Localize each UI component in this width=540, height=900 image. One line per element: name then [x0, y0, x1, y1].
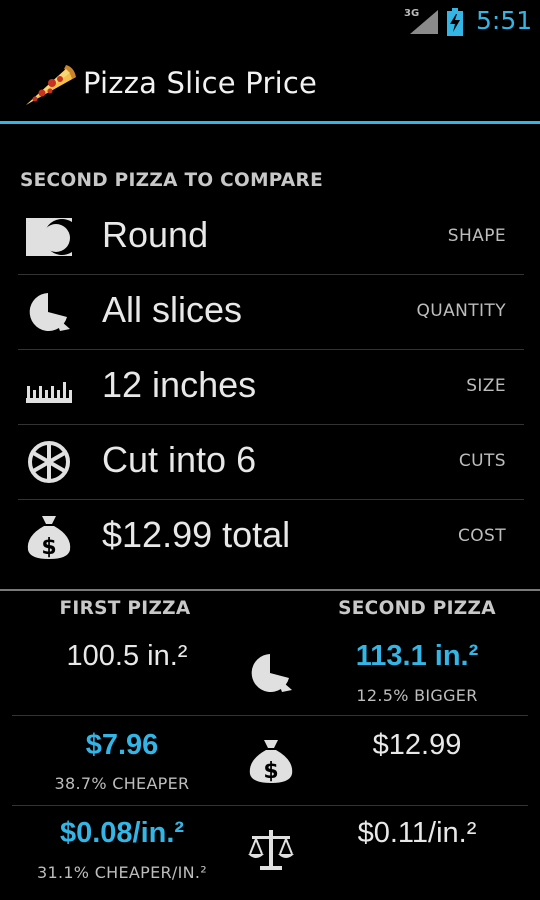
quantity-pie-icon — [29, 293, 70, 331]
battery-charging-icon — [447, 8, 463, 36]
second-area: 113.1 in.² — [355, 640, 479, 672]
second-price-per-area: $0.11/in.² — [357, 817, 477, 849]
shape-value: Round — [102, 214, 209, 255]
first-price-per-area-note: 31.1% CHEAPER/IN.² — [36, 863, 208, 882]
ruler-icon — [26, 382, 72, 403]
section-header: SECOND PIZZA TO COMPARE — [20, 170, 324, 191]
size-row[interactable]: 12 inches SIZE — [18, 350, 524, 425]
second-price: $12.99 — [372, 729, 462, 761]
section-divider — [0, 589, 540, 591]
clock: 5:51 — [476, 6, 533, 35]
app-title: Pizza Slice Price — [83, 66, 318, 100]
quantity-label: QUANTITY — [416, 301, 506, 321]
money-bag-icon: $ — [249, 740, 293, 784]
signal-icon — [410, 10, 438, 34]
shape-label: SHAPE — [447, 226, 506, 246]
size-value: 12 inches — [102, 364, 257, 405]
cost-value: $12.99 total — [102, 514, 291, 555]
pizza-slice-icon[interactable] — [22, 63, 76, 107]
size-label: SIZE — [466, 376, 506, 396]
status-bar: 3G 5:51 — [0, 0, 540, 44]
cost-label: COST — [457, 526, 506, 546]
first-area: 100.5 in.² — [66, 640, 188, 672]
money-bag-icon: $ — [27, 516, 71, 560]
first-price-per-area: $0.08/in.² — [59, 817, 185, 849]
cuts-value: Cut into 6 — [102, 439, 257, 480]
shape-icon — [26, 218, 72, 256]
cuts-wheel-icon — [28, 441, 70, 483]
row-divider — [12, 805, 528, 806]
action-bar-divider — [0, 121, 540, 124]
first-price: $7.96 — [85, 729, 159, 761]
scale-icon — [248, 830, 294, 870]
action-bar: Pizza Slice Price — [0, 44, 540, 122]
quantity-value: All slices — [102, 289, 243, 330]
svg-text:$: $ — [263, 759, 278, 784]
quantity-row[interactable]: All slices QUANTITY — [18, 275, 524, 350]
row-divider — [12, 715, 528, 716]
shape-row[interactable]: Round SHAPE — [18, 200, 524, 275]
quantity-pie-icon — [251, 654, 292, 692]
svg-text:$: $ — [41, 535, 56, 560]
cuts-row[interactable]: Cut into 6 CUTS — [18, 425, 524, 500]
cost-row[interactable]: $ $12.99 total COST — [18, 500, 524, 575]
cuts-label: CUTS — [458, 451, 506, 471]
second-pizza-header: SECOND PIZZA — [338, 598, 496, 619]
first-price-note: 38.7% CHEAPER — [54, 774, 190, 793]
second-area-note: 12.5% BIGGER — [356, 686, 478, 705]
first-pizza-header: FIRST PIZZA — [59, 598, 191, 619]
